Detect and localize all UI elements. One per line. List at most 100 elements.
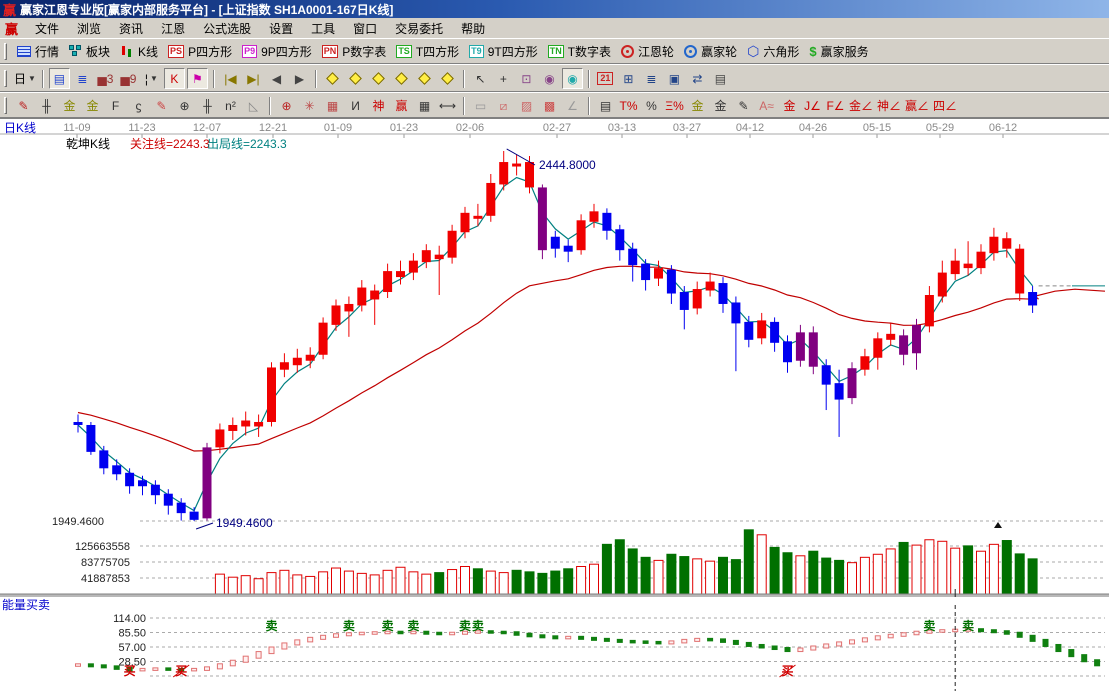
- hand-drag-icon[interactable]: ↖: [470, 68, 491, 89]
- bars-3-icon[interactable]: ▅3: [95, 68, 116, 89]
- gold-circle-icon[interactable]: 金: [687, 95, 708, 116]
- chart-canvas[interactable]: 11-09 11-23 12-07 12-21 01-09 01-23 02-06 02-27…: [0, 119, 1109, 691]
- menu-item[interactable]: 文件: [26, 18, 68, 39]
- angle-line-icon[interactable]: ∠: [562, 95, 583, 116]
- compass-icon[interactable]: ⊕: [276, 95, 297, 116]
- menu-item[interactable]: 设置: [260, 18, 302, 39]
- toolbar-sectors-button[interactable]: 板块: [64, 41, 115, 62]
- gann-left-icon[interactable]: [322, 68, 343, 89]
- menu-item[interactable]: 工具: [302, 18, 344, 39]
- percent-lines-icon[interactable]: Ξ%: [664, 95, 685, 116]
- qiankun-kline-icon[interactable]: K: [163, 68, 185, 89]
- gann-brain-cyan-icon[interactable]: ◉: [561, 68, 583, 89]
- toolbar-t-square-button[interactable]: TS T四方形: [391, 41, 464, 62]
- overlay-chart-icon[interactable]: ▤: [48, 68, 70, 89]
- menu-item[interactable]: 浏览: [68, 18, 110, 39]
- toolbar-grip[interactable]: [4, 43, 7, 60]
- stats-bars-icon[interactable]: ▤: [595, 95, 616, 116]
- toolbar-winner-service-button[interactable]: $ 赢家服务: [804, 41, 873, 62]
- star-rays-icon[interactable]: ✳: [299, 95, 320, 116]
- oscillator-bar: [939, 629, 946, 633]
- oscillator-bar: [668, 640, 675, 645]
- shen-angle-icon[interactable]: 神∠: [876, 95, 902, 116]
- menu-item[interactable]: 窗口: [344, 18, 386, 39]
- title-bar[interactable]: 赢 赢家江恩专业版[赢家内部服务平台] - [上证指数 SH1A0001-167…: [0, 0, 1109, 18]
- win-tool-icon[interactable]: 赢: [391, 95, 412, 116]
- toolbar-9t-square-button[interactable]: T9 9T四方形: [464, 41, 543, 62]
- toolbar-grip[interactable]: [4, 70, 7, 87]
- toolbar-p-number-table-button[interactable]: PN P数字表: [317, 41, 392, 62]
- menu-item[interactable]: 帮助: [452, 18, 494, 39]
- zoom-select-icon[interactable]: ⊡: [516, 68, 537, 89]
- calendar-21-icon[interactable]: 21: [595, 68, 616, 89]
- calculator-icon[interactable]: ⊞: [618, 68, 639, 89]
- step-forward-icon[interactable]: ▶: [289, 68, 310, 89]
- toolbar-hexagon-button[interactable]: ⬡ 六角形: [742, 41, 804, 62]
- fan-grid-icon[interactable]: ▨: [516, 95, 537, 116]
- go-last-icon[interactable]: ▶|: [243, 68, 264, 89]
- gann-brain-purple-icon[interactable]: ◉: [539, 68, 560, 89]
- info-panel-icon[interactable]: ≣: [72, 68, 93, 89]
- gann-box-icon[interactable]: ▩: [539, 95, 560, 116]
- ruler-123-icon[interactable]: ▦: [414, 95, 435, 116]
- four-angle-icon[interactable]: 四∠: [932, 95, 958, 116]
- gold-underline-icon[interactable]: 金: [779, 95, 800, 116]
- gann-right-icon[interactable]: [345, 68, 366, 89]
- gann-horizontal-icon[interactable]: [368, 68, 389, 89]
- toolbar-grip[interactable]: [4, 97, 7, 114]
- menu-item[interactable]: 资讯: [110, 18, 152, 39]
- brush-icon[interactable]: ✎: [151, 95, 172, 116]
- f-angle-icon[interactable]: F∠: [825, 95, 846, 116]
- menu-item[interactable]: 公式选股: [194, 18, 260, 39]
- t-percent-icon[interactable]: T%: [618, 95, 639, 116]
- win-angle-icon[interactable]: 赢∠: [904, 95, 930, 116]
- go-first-icon[interactable]: |◀: [220, 68, 241, 89]
- golden-section-ext-icon[interactable]: 金: [82, 95, 103, 116]
- shen-tool-icon[interactable]: 神: [368, 95, 389, 116]
- percent-icon[interactable]: %: [641, 95, 662, 116]
- toolbar-gann-wheel-button[interactable]: 江恩轮: [616, 41, 679, 62]
- notepad-icon[interactable]: ≣: [641, 68, 662, 89]
- step-back-icon[interactable]: ◀: [266, 68, 287, 89]
- wave-a-icon[interactable]: A≈: [756, 95, 777, 116]
- save-icon[interactable]: ▣: [664, 68, 685, 89]
- gold-angle-icon[interactable]: 金∠: [848, 95, 874, 116]
- toolbar-quotes-button[interactable]: 行情: [12, 41, 64, 62]
- period-day-icon[interactable]: 日 ▼: [13, 68, 37, 89]
- gann-grid-icon[interactable]: [437, 68, 458, 89]
- time-ruler-icon[interactable]: ╫: [197, 95, 218, 116]
- gann-time-lines-icon[interactable]: ╫: [36, 95, 57, 116]
- export-icon[interactable]: ⇄: [687, 68, 708, 89]
- gann-fan-icon[interactable]: ⧄: [493, 95, 514, 116]
- measure-icon[interactable]: ⟷: [437, 95, 458, 116]
- square-n2-icon[interactable]: n²: [220, 95, 241, 116]
- toolbar-p-square-button[interactable]: PS P四方形: [163, 41, 237, 62]
- gann-clock-icon[interactable]: ⊕: [174, 95, 195, 116]
- oscillator-bar: [771, 645, 778, 651]
- candle-width-icon[interactable]: ¦ ▼: [141, 68, 162, 89]
- gold-lines-icon[interactable]: 金: [710, 95, 731, 116]
- ink-pen-icon[interactable]: ✎: [733, 95, 754, 116]
- flag-marks-icon[interactable]: ⚑: [186, 68, 208, 89]
- gann-cross-icon[interactable]: [391, 68, 412, 89]
- gann-circle-icon[interactable]: [414, 68, 435, 89]
- print-icon[interactable]: ▤: [710, 68, 731, 89]
- web-grid-icon[interactable]: ▦: [322, 95, 343, 116]
- chart-area[interactable]: 11-09 11-23 12-07 12-21 01-09 01-23 02-06 02-27…: [0, 118, 1109, 691]
- toolbar-kline-button[interactable]: K线: [115, 41, 163, 62]
- j-angle-icon[interactable]: J∠: [802, 95, 823, 116]
- menu-item[interactable]: 交易委托: [386, 18, 452, 39]
- pen-icon[interactable]: ✎: [13, 95, 34, 116]
- menu-item[interactable]: 江恩: [152, 18, 194, 39]
- bars-9-icon[interactable]: ▅9: [118, 68, 139, 89]
- toolbar-winner-wheel-button[interactable]: 赢家轮: [679, 41, 742, 62]
- box-tool-icon[interactable]: ▭: [470, 95, 491, 116]
- wave-mark-icon[interactable]: И: [345, 95, 366, 116]
- golden-section-icon[interactable]: 金: [59, 95, 80, 116]
- crosshair-icon[interactable]: +: [493, 68, 514, 89]
- protractor-icon[interactable]: ◺: [243, 95, 264, 116]
- toolbar-t-number-table-button[interactable]: TN T数字表: [543, 41, 616, 62]
- spiral-icon[interactable]: ϛ: [128, 95, 149, 116]
- toolbar-9p-square-button[interactable]: P9 9P四方形: [237, 41, 317, 62]
- fibonacci-icon[interactable]: F: [105, 95, 126, 116]
